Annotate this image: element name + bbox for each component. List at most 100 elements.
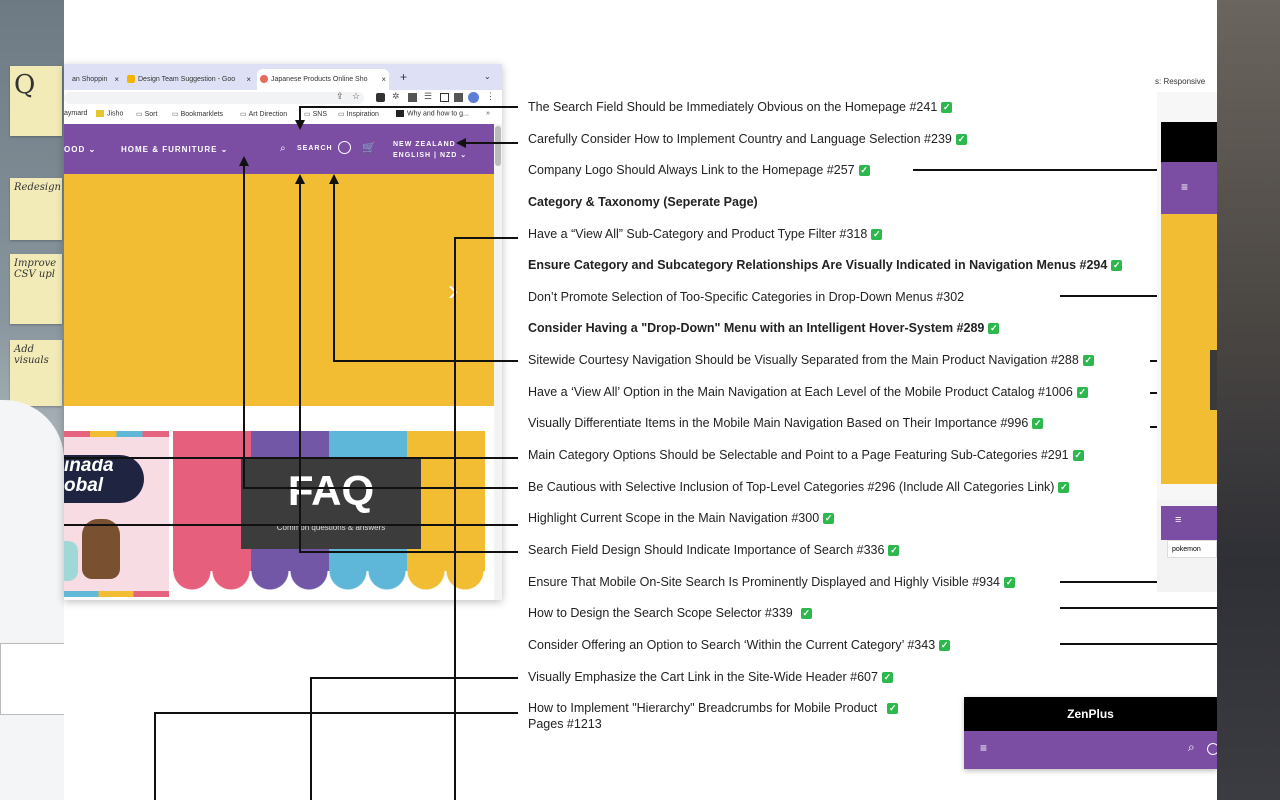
- annotation-text: Visually Emphasize the Cart Link in the …: [528, 670, 878, 684]
- hamburger-menu-icon[interactable]: ≡: [980, 741, 987, 755]
- close-icon[interactable]: ×: [246, 69, 251, 90]
- folder-icon: ▭: [304, 111, 311, 118]
- bookmark-item[interactable]: ▭ SNS: [304, 110, 327, 118]
- sidepanel-icon[interactable]: [440, 93, 449, 102]
- profile-avatar[interactable]: [468, 92, 479, 103]
- new-tab-button[interactable]: +: [400, 70, 407, 84]
- promo-card-canada[interactable]: inada obal: [64, 431, 169, 597]
- browser-tab-active[interactable]: Japanese Products Online Sho ×: [257, 69, 389, 90]
- search-button[interactable]: SEARCH: [297, 145, 333, 152]
- browser-screenshot: an Shoppin × Design Team Suggestion - Goo…: [64, 64, 502, 600]
- promo-stripe: [64, 431, 169, 437]
- mobile-header: [1161, 122, 1217, 162]
- nav-category-label: HOME & FURNITURE: [121, 145, 218, 154]
- bookmark-item[interactable]: ▭ Art Direction: [240, 110, 287, 118]
- language-currency-label: ENGLISH | NZD: [393, 152, 458, 159]
- extension-icon[interactable]: [454, 93, 463, 102]
- carousel-next-arrow[interactable]: ›: [448, 274, 458, 308]
- mobile-search-input[interactable]: pokemon: [1167, 540, 1217, 558]
- checkmark-icon: ✓: [988, 323, 1000, 335]
- annotation-text: Sitewide Courtesy Navigation Should be V…: [528, 353, 1079, 367]
- checkmark-icon: ✓: [800, 608, 812, 620]
- scrollbar-thumb[interactable]: [495, 126, 501, 166]
- annotation-item: Sitewide Courtesy Navigation Should be V…: [528, 353, 1094, 368]
- bookmark-label: Art Direction: [248, 111, 288, 118]
- annotation-item: Visually Differentiate Items in the Mobi…: [528, 416, 1044, 431]
- annotation-text: Consider Having a "Drop-Down" Menu with …: [528, 321, 985, 335]
- checkmark-icon: ✓: [888, 545, 900, 557]
- checkmark-icon: ✓: [939, 640, 951, 652]
- country-selector[interactable]: NEW ZEALAND: [393, 141, 456, 148]
- bookmark-label: SNS: [312, 111, 328, 118]
- annotation-text-continuation: Pages #1213: [528, 717, 602, 731]
- bookmark-item[interactable]: Jisho: [96, 110, 123, 117]
- checkmark-icon: ✓: [1076, 387, 1088, 399]
- extension-icon[interactable]: [376, 93, 385, 102]
- close-icon[interactable]: ×: [381, 69, 386, 90]
- search-icon[interactable]: ⌕: [1188, 740, 1195, 755]
- extension-icon[interactable]: [408, 93, 417, 102]
- account-icon[interactable]: [1207, 743, 1217, 755]
- bookmark-label: Jisho: [107, 110, 124, 118]
- sticky-note-text: Add visuals: [14, 344, 49, 366]
- mobile-hero: [1161, 214, 1217, 484]
- page-scrollbar[interactable]: [494, 124, 502, 600]
- annotation-text: Category & Taxonomy (Seperate Page): [528, 195, 758, 209]
- chevron-right-icon[interactable]: »: [486, 110, 490, 117]
- annotation-item: The Search Field Should be Immediately O…: [528, 100, 953, 115]
- address-bar[interactable]: [64, 92, 364, 104]
- promo-card-faq[interactable]: FAQ Common questions & answers: [173, 431, 485, 597]
- annotation-text: Search Field Design Should Indicate Impo…: [528, 543, 885, 557]
- mobile-search-preview: ≡ pokemon: [1157, 500, 1217, 592]
- hamburger-menu-icon[interactable]: ≡: [1181, 180, 1188, 194]
- background-photo-left: Q Redesign Improve CSV upl Add visuals: [0, 0, 64, 800]
- share-icon[interactable]: ⇪: [336, 91, 344, 102]
- connector-line: [1060, 607, 1217, 609]
- checkmark-icon: ✓: [823, 513, 835, 525]
- bookmark-item[interactable]: ▭ Bookmarklets: [172, 110, 223, 118]
- nav-category-partial[interactable]: OOD ⌄: [64, 145, 96, 154]
- connector-line: [333, 182, 335, 362]
- star-icon[interactable]: ☆: [352, 91, 360, 102]
- bookmark-favicon-icon: [396, 110, 404, 117]
- account-icon[interactable]: [338, 141, 351, 154]
- sticky-note-text: Redesign: [14, 182, 61, 193]
- reading-list-icon[interactable]: ☰: [424, 91, 432, 102]
- background-photo-right: [1217, 0, 1280, 800]
- zenplus-logo[interactable]: ZenPlus: [1067, 707, 1114, 721]
- mobile-hero-panel: [1210, 350, 1217, 410]
- nav-category-label: OOD: [64, 145, 86, 154]
- connector-line: [243, 487, 518, 489]
- bookmark-item[interactable]: aymard: [64, 110, 87, 117]
- language-currency-selector[interactable]: ENGLISH | NZD ⌄: [393, 151, 467, 159]
- checkmark-icon: ✓: [1004, 577, 1016, 589]
- checkmark-icon: ✓: [1072, 450, 1084, 462]
- annotation-text: Don’t Promote Selection of Too-Specific …: [528, 290, 965, 304]
- browser-tab[interactable]: Design Team Suggestion - Goo ×: [124, 69, 254, 90]
- annotation-item: Main Category Options Should be Selectab…: [528, 448, 1084, 463]
- puzzle-icon[interactable]: ✲: [392, 91, 400, 102]
- menu-kebab-icon[interactable]: ⋮: [486, 91, 495, 102]
- bookmark-item[interactable]: ▭ Inspiration: [338, 110, 379, 118]
- connector-line: [154, 712, 518, 714]
- sticky-note: Improve CSV upl: [10, 254, 62, 324]
- promo-title-line2: obal: [64, 475, 104, 496]
- nav-category-home-furniture[interactable]: HOME & FURNITURE ⌄: [121, 145, 228, 154]
- cart-icon[interactable]: 🛒: [362, 141, 377, 154]
- bookmark-item[interactable]: Why and how to g...: [396, 110, 469, 117]
- search-icon[interactable]: ⌕: [280, 143, 287, 154]
- close-icon[interactable]: ×: [114, 69, 119, 90]
- slides-icon: [127, 75, 135, 83]
- connector-line: [299, 182, 301, 553]
- hamburger-menu-icon[interactable]: ≡: [1175, 514, 1181, 526]
- checkmark-icon: ✓: [887, 703, 899, 715]
- annotation-item: Highlight Current Scope in the Main Navi…: [528, 511, 835, 526]
- browser-tab[interactable]: an Shoppin ×: [64, 69, 122, 90]
- bookmark-favicon-icon: [96, 110, 104, 117]
- folder-icon: ▭: [338, 111, 345, 118]
- annotation-text: Main Category Options Should be Selectab…: [528, 448, 1069, 462]
- bookmark-item[interactable]: ▭ Sort: [136, 110, 157, 118]
- annotation-item: Have a “View All” Sub-Category and Produ…: [528, 227, 883, 242]
- chevron-down-icon[interactable]: ⌄: [484, 72, 491, 81]
- connector-line: [299, 551, 518, 553]
